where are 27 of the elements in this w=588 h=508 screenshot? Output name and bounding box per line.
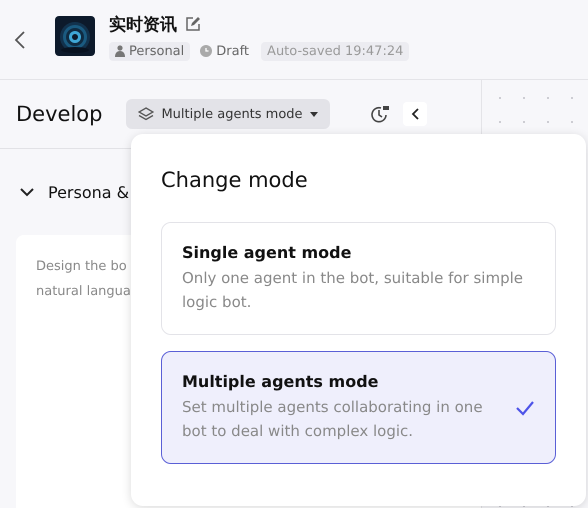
option-title: Multiple agents mode xyxy=(182,372,380,391)
back-icon[interactable] xyxy=(14,30,26,50)
caret-icon xyxy=(310,112,318,116)
history-icon[interactable] xyxy=(370,104,390,124)
edit-icon[interactable] xyxy=(185,16,201,32)
mode-option[interactable]: Single agent mode Only one agent in the bot, suitable for simple logic bot. xyxy=(161,222,556,335)
mode-option[interactable]: Multiple agents mode Set multiple agents collaborating in one bot to deal with complex logic. xyxy=(161,351,556,464)
develop-title: Develop xyxy=(16,102,102,126)
clock-icon xyxy=(200,45,212,57)
tag-label: Draft xyxy=(216,44,250,58)
layers-icon xyxy=(138,107,154,121)
check-icon xyxy=(515,400,535,416)
tag-label: Personal xyxy=(129,44,184,58)
mode-dropdown[interactable]: Multiple agents mode xyxy=(126,99,330,129)
collapse-button[interactable] xyxy=(402,102,427,126)
section-title: Persona & xyxy=(48,182,130,202)
chevron-left-icon xyxy=(410,108,419,120)
option-description: Only one agent in the bot, suitable for simple logic bot. xyxy=(182,268,524,313)
person-icon xyxy=(115,45,125,57)
prompt-text: natural langua xyxy=(36,284,132,299)
chevron-icon[interactable] xyxy=(20,187,34,197)
option-description: Set multiple agents collaborating in one bot to deal with complex logic. xyxy=(182,397,484,442)
option-title: Single agent mode xyxy=(182,243,352,262)
autosave-tag: Auto-saved 19:47:24 xyxy=(261,42,410,60)
bot-title: 实时资讯 xyxy=(109,14,177,36)
prompt-text: Design the bo xyxy=(36,259,128,274)
popover-title: Change mode xyxy=(161,168,309,192)
